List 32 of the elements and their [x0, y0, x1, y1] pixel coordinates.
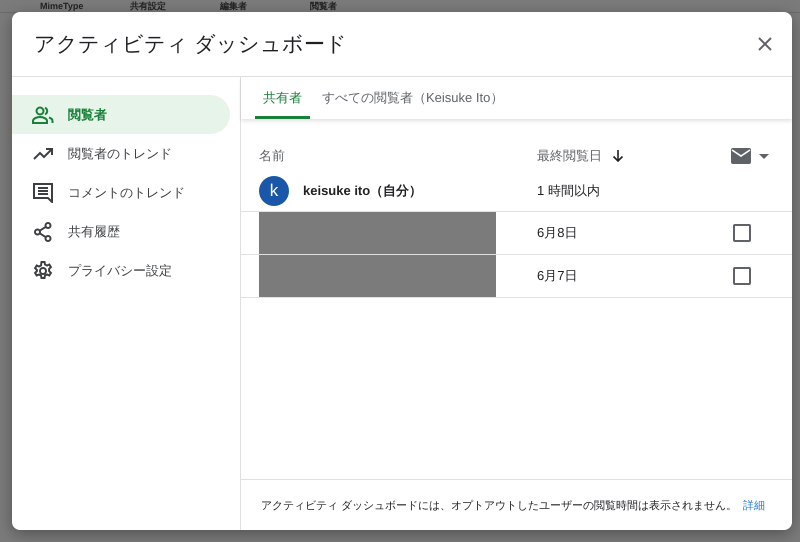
checkbox[interactable] — [733, 224, 751, 242]
last-viewed-date: 6月7日 — [537, 267, 578, 285]
sheet-column-header: 閲覧者 — [310, 0, 338, 12]
sheet-column-header: 共有設定 — [130, 0, 167, 12]
last-viewed-date: 1 時間以内 — [537, 182, 600, 200]
caret-icon[interactable] — [759, 154, 769, 158]
tab[interactable]: 共有者 — [255, 77, 310, 119]
avatar: k — [259, 176, 289, 206]
checkbox[interactable] — [733, 267, 751, 285]
last-viewed-date: 6月8日 — [537, 224, 578, 242]
people-icon — [32, 106, 54, 124]
comment-icon — [32, 182, 54, 202]
settings-icon — [32, 260, 54, 280]
tab[interactable]: すべての閲覧者（Keisuke Ito） — [314, 77, 512, 119]
user-name: keisuke ito（自分） — [303, 182, 422, 200]
footer-note: アクティビティ ダッシュボードには、オプトアウトしたユーザーの閲覧時間は表示されません。 — [261, 498, 738, 512]
share-icon — [32, 222, 54, 242]
sort-down-icon[interactable] — [612, 149, 624, 163]
sidebar-item[interactable]: 閲覧者 — [12, 95, 230, 134]
sidebar-item[interactable]: 共有履歴 — [12, 212, 230, 251]
sidebar-item[interactable]: 閲覧者のトレンド — [12, 134, 230, 173]
column-header: 名前 — [258, 147, 286, 165]
details-link[interactable]: 詳細 — [743, 498, 766, 512]
mail-icon[interactable] — [731, 148, 751, 164]
sidebar-item[interactable]: コメントのトレンド — [12, 173, 230, 212]
sidebar-item[interactable]: プライバシー設定 — [12, 251, 230, 290]
trend-icon — [32, 148, 54, 160]
sheet-column-header: MimeType — [40, 0, 84, 12]
column-header[interactable]: 最終閲覧日 — [537, 147, 602, 165]
dialog-title: アクティビティ ダッシュボード — [34, 32, 347, 58]
sheet-column-header: 編集者 — [220, 0, 248, 12]
close-icon[interactable] — [758, 37, 772, 51]
